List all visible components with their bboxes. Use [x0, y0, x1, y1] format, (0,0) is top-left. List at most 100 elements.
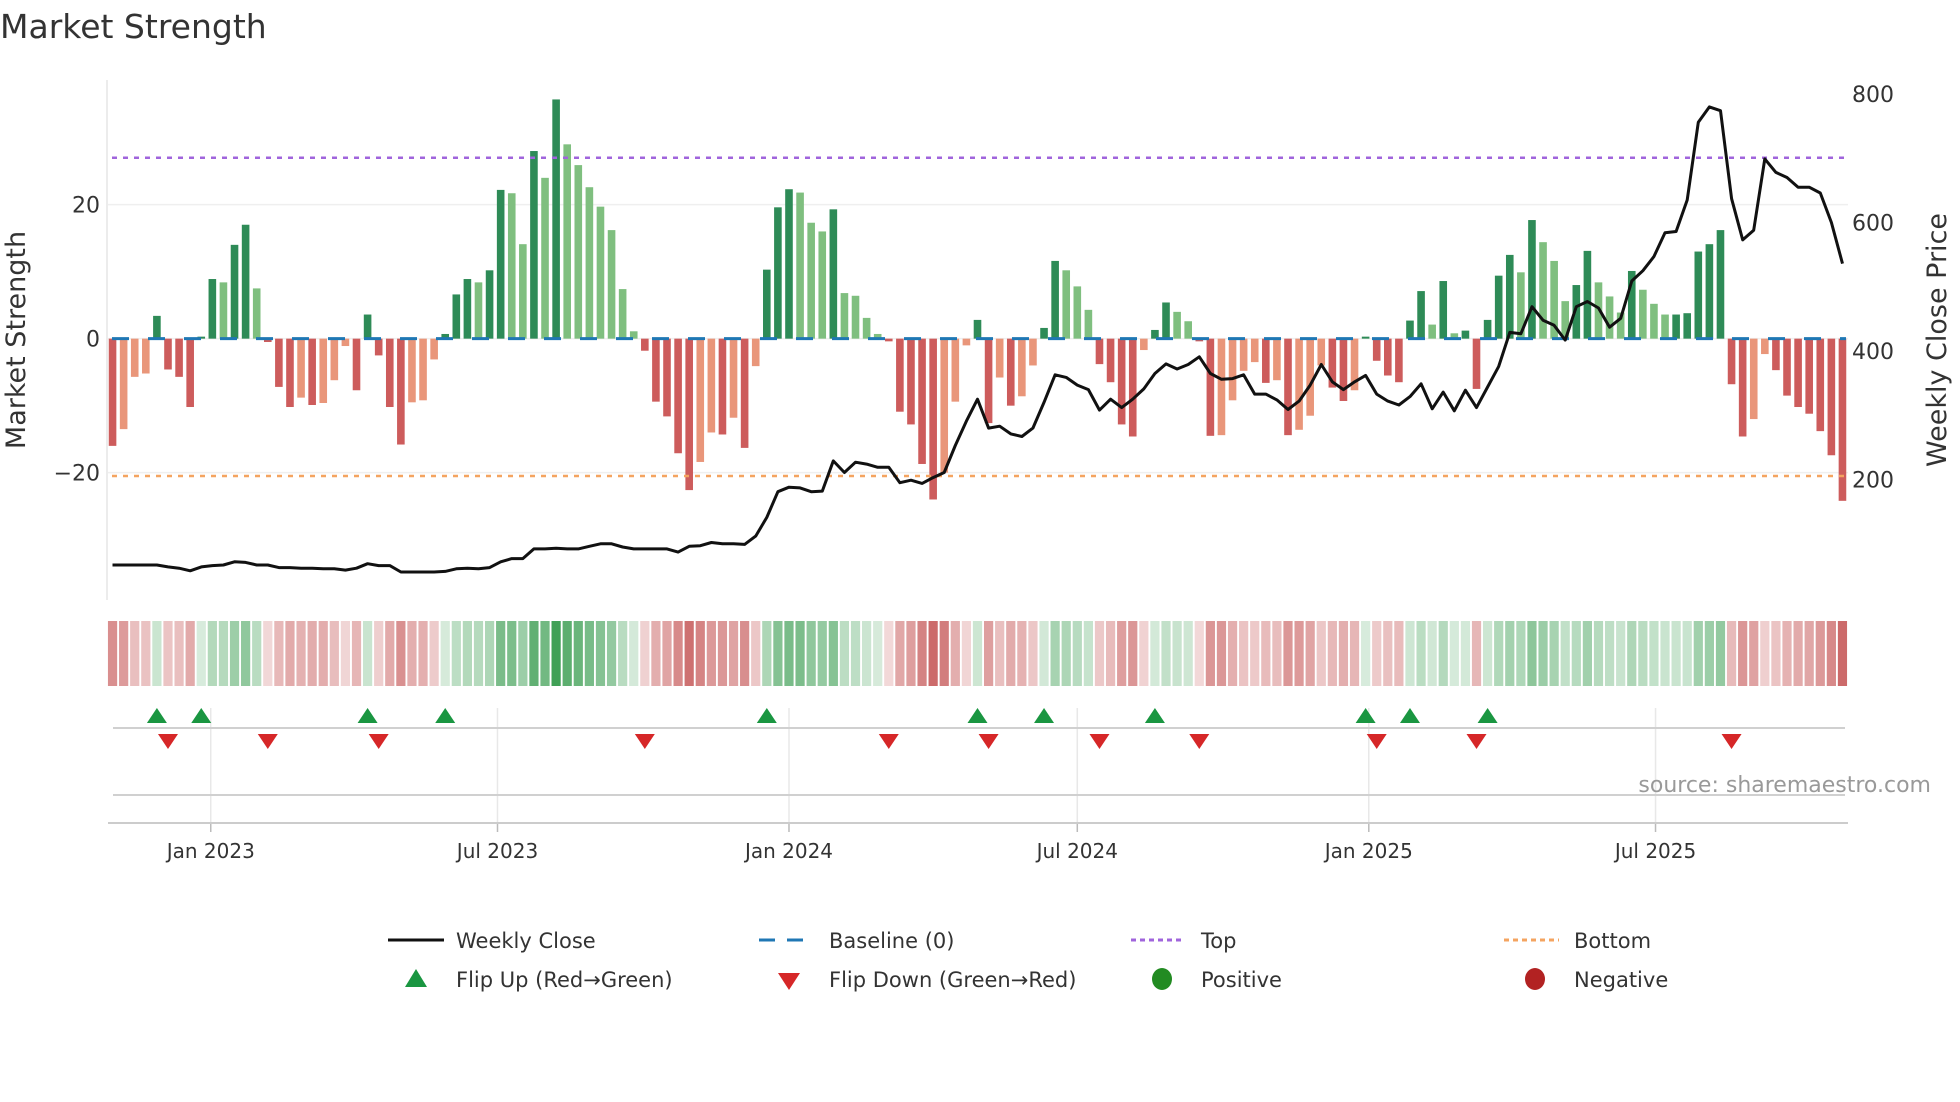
strip-cell: [207, 621, 217, 686]
strip-cell: [862, 621, 872, 686]
legend-label: Negative: [1574, 968, 1668, 992]
strength-bar: [1528, 220, 1536, 339]
strip-cell: [1738, 621, 1748, 686]
strip-cell: [972, 621, 983, 686]
y2-tick-label: 800: [1852, 83, 1894, 108]
strip-cell: [606, 621, 617, 686]
strip-cell: [1261, 621, 1271, 686]
flip-up-marker: [967, 708, 988, 723]
strength-bar: [618, 289, 627, 339]
strip-cell: [274, 621, 284, 686]
strength-bar: [1339, 338, 1348, 401]
strip-cell: [340, 621, 351, 686]
strength-bar: [352, 338, 361, 391]
strip-cell: [706, 621, 716, 686]
strip-cell: [329, 621, 339, 686]
strip-cell: [1793, 621, 1803, 686]
strength-bar: [1250, 338, 1259, 363]
strip-cell: [1538, 621, 1548, 686]
strength-bar: [1395, 338, 1403, 383]
strip-cell: [473, 621, 484, 686]
strip-cell: [884, 621, 894, 686]
strength-bar: [1738, 338, 1747, 437]
legend-label: Flip Down (Green→Red): [829, 968, 1076, 992]
strength-bar: [230, 244, 239, 339]
strength-bar: [430, 338, 438, 360]
flip-marker-panel: [108, 708, 1848, 832]
flip-down-marker: [878, 734, 899, 749]
strength-bar: [1284, 338, 1292, 436]
flip-down-marker: [1089, 734, 1110, 749]
strip-cell: [1782, 621, 1792, 686]
strength-bar: [1727, 338, 1736, 385]
strength-bar: [1295, 338, 1303, 430]
strip-cell: [618, 621, 628, 686]
strip-cell: [806, 621, 816, 686]
strip-cell: [263, 621, 273, 686]
strength-bar: [641, 338, 649, 351]
strip-cell: [551, 621, 561, 686]
strip-cell: [740, 621, 750, 686]
strength-bar: [940, 338, 949, 473]
strength-bar: [1084, 309, 1093, 339]
strip-cell: [873, 621, 883, 686]
strength-bar: [696, 338, 705, 462]
strip-cell: [1361, 621, 1371, 686]
strip-cell: [1006, 621, 1016, 686]
legend: Weekly Close Baseline (0) Top Bottom Fli…: [388, 929, 1668, 992]
strip-cell: [1516, 621, 1526, 686]
strength-bar: [108, 338, 117, 446]
strip-cell: [1083, 621, 1093, 686]
strip-cell: [1483, 621, 1493, 686]
y-axis-title: Market Strength: [1, 231, 32, 449]
y-tick-label: 20: [72, 194, 100, 219]
strip-cell: [1649, 621, 1659, 686]
flip-down-marker: [1189, 734, 1210, 749]
y2-axis-title: Weekly Close Price: [1922, 213, 1953, 467]
strip-cell: [1760, 621, 1770, 686]
strength-bar: [507, 193, 516, 339]
flip-down-marker: [978, 734, 999, 749]
flip-down-marker: [1466, 734, 1487, 749]
strip-cell: [451, 621, 461, 686]
strength-bar: [1140, 338, 1148, 351]
strength-bar: [674, 338, 682, 454]
strength-bar: [1794, 338, 1802, 408]
strip-cell: [1028, 621, 1038, 686]
strength-bar: [397, 338, 405, 445]
strip-cell: [773, 621, 783, 686]
strength-bar: [419, 338, 427, 401]
green-circle-icon: [1152, 968, 1172, 990]
strength-bar: [297, 338, 305, 398]
x-tick-label: Jan 2023: [165, 839, 255, 863]
flip-up-marker: [1477, 708, 1498, 723]
flip-up-marker: [1034, 708, 1055, 723]
strip-cell: [1749, 621, 1759, 686]
strength-bar: [1106, 338, 1115, 383]
flip-up-marker: [146, 708, 167, 723]
strength-bar: [1217, 338, 1226, 436]
strip-cell: [1505, 621, 1515, 686]
strip-cell: [1438, 621, 1448, 686]
triangle-down-icon: [778, 973, 800, 990]
strength-bar: [596, 206, 605, 339]
strip-cell: [1627, 621, 1637, 686]
legend-item-positive: Positive: [1152, 968, 1282, 992]
strip-cell: [717, 621, 728, 686]
strength-bar: [1805, 338, 1813, 414]
strip-cell: [784, 621, 794, 686]
strength-bar: [1772, 338, 1780, 371]
strip-cell: [518, 621, 528, 686]
strip-cell: [961, 621, 972, 686]
strip-cell: [407, 621, 417, 686]
strip-cell: [241, 621, 251, 686]
strength-bar: [1428, 324, 1436, 339]
strip-cell: [1593, 621, 1604, 686]
strength-bar: [663, 338, 671, 417]
strip-cell: [1272, 621, 1282, 686]
strip-cell: [1305, 621, 1315, 686]
strip-cell: [496, 621, 506, 686]
strength-bar: [1605, 296, 1614, 339]
strip-cell: [1815, 621, 1825, 686]
strength-bar: [796, 192, 804, 339]
